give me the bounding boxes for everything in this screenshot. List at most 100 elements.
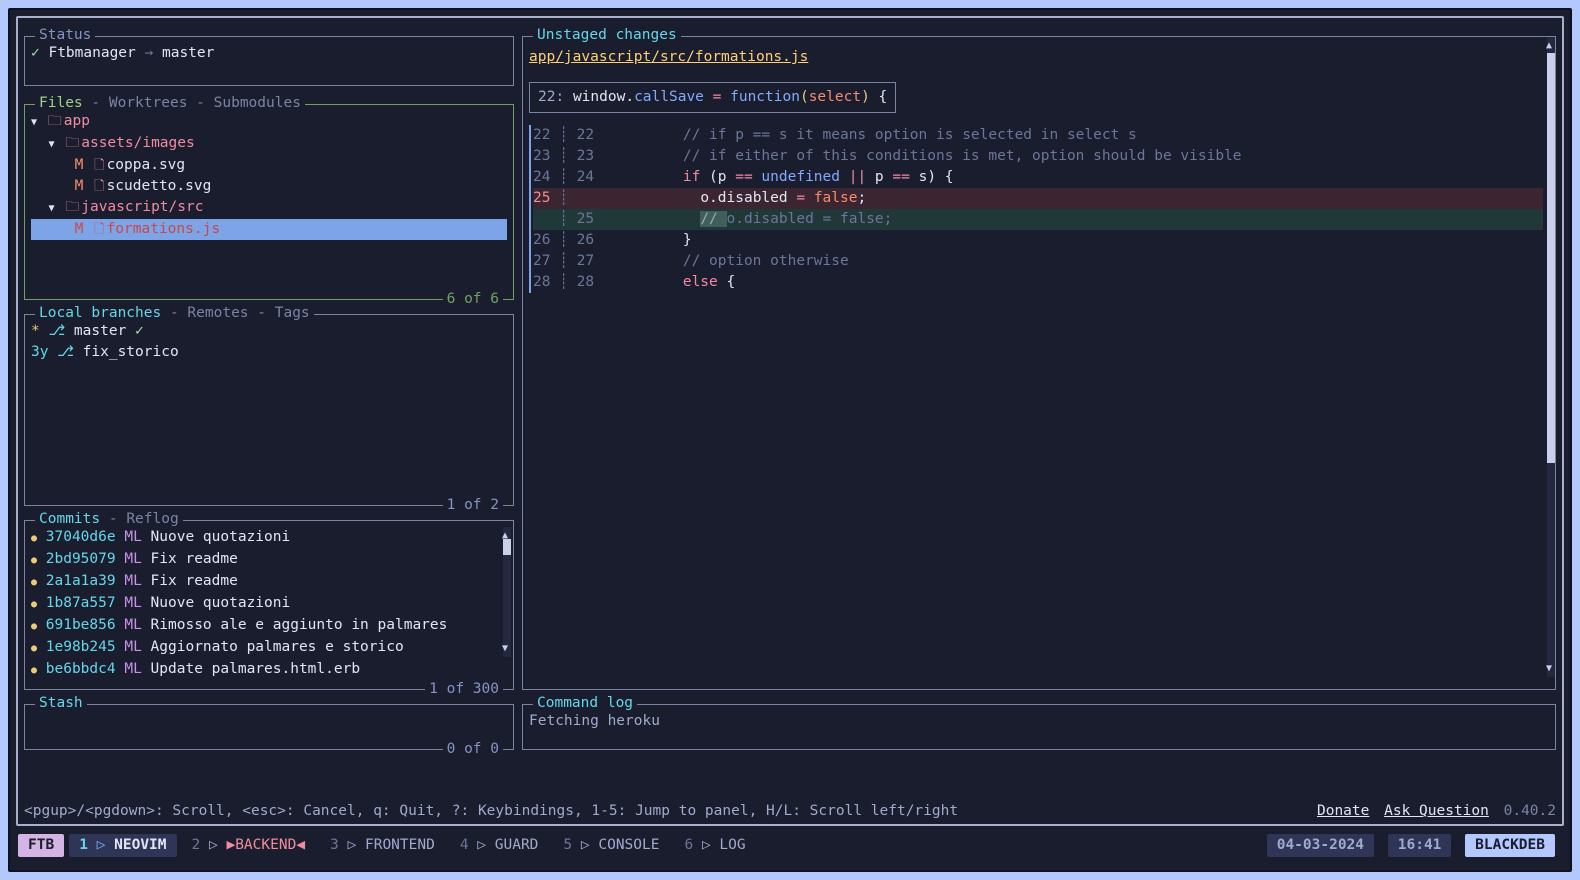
commit-row[interactable]: 2bd95079 ML Fix readme [31,549,507,571]
scroll-down-icon[interactable]: ▼ [1546,658,1552,679]
diff-panel[interactable]: Unstaged changes app/javascript/src/form… [522,36,1556,690]
commit-dot-icon [31,661,37,677]
tree-file-selected[interactable]: M formations.js [31,219,507,240]
tmux-session[interactable]: FTB [18,834,64,857]
commit-hash: 691be856 [46,617,116,633]
window-name: BACKEND [235,837,296,853]
tab-reflog[interactable]: Reflog [126,511,178,527]
tmux-window[interactable]: 2 BACKEND [182,834,316,857]
commit-message: Rimosso ale e aggiunto in palmares [151,617,448,633]
commit-row[interactable]: 2a1a1a39 ML Fix readme [31,571,507,593]
play-icon [702,837,711,853]
play-icon [477,837,486,853]
diff-line-added[interactable]: ┊ 25 // o.disabled = false; [533,209,1543,230]
repo-name: Ftbmanager [48,45,135,61]
chevron-down-icon [31,113,37,129]
scroll-thumb[interactable] [503,539,511,555]
commits-panel[interactable]: Commits - Reflog 37040d6e ML Nuove quota… [24,520,514,690]
commit-message: Fix readme [151,551,238,567]
branch-icon: ⎇ [57,344,74,360]
tab-local-branches[interactable]: Local branches [39,305,161,321]
commit-author: ML [124,661,141,677]
files-panel[interactable]: Files - Worktrees - Submodules app asset… [24,104,514,300]
commit-hash: 2bd95079 [46,551,116,567]
commit-message: Aggiornato palmares e storico [151,639,404,655]
diff-filename[interactable]: app/javascript/src/formations.js [529,43,808,82]
tab-files[interactable]: Files [39,95,83,111]
commit-message: Update palmares.html.erb [151,661,361,677]
command-log-panel: Command log Fetching heroku [522,704,1556,750]
chevron-down-icon [48,199,54,215]
folder-icon [63,199,81,215]
tree-file[interactable]: M coppa.svg [31,155,507,176]
scroll-down-icon[interactable]: ▼ [502,638,508,659]
branch-item[interactable]: 3y ⎇ fix_storico [31,342,507,363]
commit-dot-icon [31,551,37,567]
commit-message: Nuove quotazioni [151,595,291,611]
scroll-thumb[interactable] [1547,53,1555,463]
scrollbar[interactable]: ▲▼ [503,527,511,657]
hunk-header: 22: window.callSave = function(select) { [529,82,896,113]
commit-row[interactable]: 37040d6e ML Nuove quotazioni [31,527,507,549]
commit-row[interactable]: 1e98b245 ML Aggiornato palmares e storic… [31,637,507,659]
diff-line-removed[interactable]: 25 ┊ o.disabled = false; [533,188,1543,209]
window-number: 2 [192,837,201,853]
tab-remotes[interactable]: Remotes [187,305,248,321]
tmux-window[interactable]: 3 FRONTEND [320,834,445,857]
file-icon [92,178,106,194]
tree-folder-assets[interactable]: assets/images [31,133,507,155]
commit-row[interactable]: 1b87a557 ML Nuove quotazioni [31,593,507,615]
tmux-bar: FTB1 NEOVIM2 BACKEND3 FRONTEND4 GUARD5 C… [18,834,1562,858]
commit-message: Fix readme [151,573,238,589]
commit-hash: 1b87a557 [46,595,116,611]
tab-submodules[interactable]: Submodules [214,95,301,111]
tree-folder-js[interactable]: javascript/src [31,197,507,219]
commit-row[interactable]: be6bbdc4 ML Update palmares.html.erb [31,659,507,681]
check-icon [31,45,40,61]
tab-tags[interactable]: Tags [275,305,310,321]
branches-counter: 1 of 2 [443,495,503,516]
folder-icon [63,135,81,151]
play-icon [348,837,357,853]
window-number: 5 [563,837,572,853]
chevron-down-icon [48,135,54,151]
tmux-window[interactable]: 5 CONSOLE [553,834,669,857]
window-number: 1 [79,837,88,853]
window-name: NEOVIM [114,837,166,853]
commit-author: ML [124,617,141,633]
commit-dot-icon [31,639,37,655]
commit-hash: be6bbdc4 [46,661,116,677]
branches-panel[interactable]: Local branches - Remotes - Tags * ⎇ mast… [24,314,514,506]
tmux-window[interactable]: 4 GUARD [450,834,549,857]
commit-dot-icon [31,617,37,633]
play-icon [581,837,590,853]
cmdlog-title: Command log [537,695,633,711]
commits-counter: 1 of 300 [425,679,503,700]
ask-link[interactable]: Ask Question [1384,803,1489,819]
tmux-window[interactable]: 6 LOG [674,834,755,857]
window-name: FRONTEND [365,837,435,853]
tree-file[interactable]: M scudetto.svg [31,176,507,197]
tmux-window[interactable]: 1 NEOVIM [69,834,176,857]
commit-row[interactable]: 691be856 ML Rimosso ale e aggiunto in pa… [31,615,507,637]
window-name: CONSOLE [598,837,659,853]
status-panel: Status Ftbmanager → master [24,36,514,86]
commit-author: ML [124,551,141,567]
commit-dot-icon [31,573,37,589]
branch-icon: ⎇ [48,323,65,339]
play-back-icon [296,837,305,853]
commit-author: ML [124,595,141,611]
file-icon [92,157,106,173]
tab-commits[interactable]: Commits [39,511,100,527]
folder-icon [46,113,64,129]
commit-message: Nuove quotazioni [151,529,291,545]
tree-folder-app[interactable]: app [31,111,507,133]
stash-panel[interactable]: Stash 0 of 0 [24,704,514,750]
tab-worktrees[interactable]: Worktrees [109,95,188,111]
version-label: 0.40.2 [1504,803,1556,819]
scrollbar[interactable]: ▲▼ [1547,37,1555,677]
branch-item[interactable]: * ⎇ master ✓ [31,321,507,342]
files-counter: 6 of 6 [443,289,503,310]
window-number: 6 [684,837,693,853]
donate-link[interactable]: Donate [1317,803,1369,819]
